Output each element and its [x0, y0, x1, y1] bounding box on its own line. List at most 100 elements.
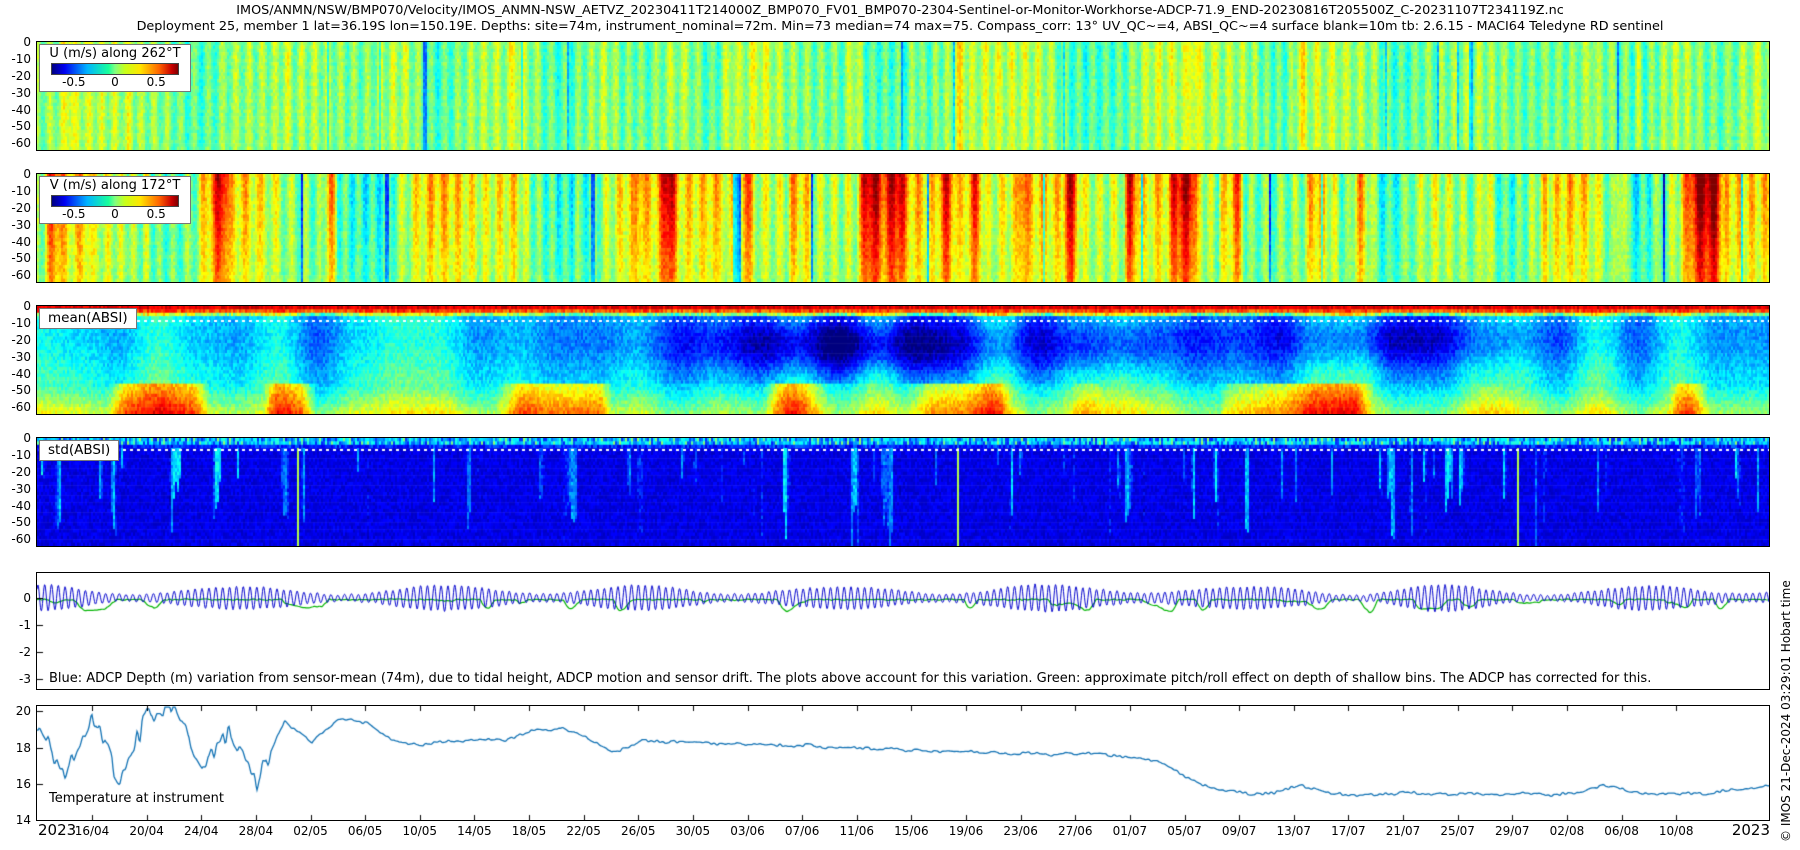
x-tick-label: 10/05: [402, 824, 438, 838]
u-velocity-heatmap: [37, 42, 1769, 150]
y-tick-label: -20: [11, 464, 31, 479]
y-tick-label: -40: [11, 102, 31, 117]
x-tick-label: 19/06: [948, 824, 984, 838]
x-axis-year-left: 2023: [38, 821, 77, 839]
x-tick-label: 23/06: [1003, 824, 1038, 838]
y-tick-label: -40: [11, 234, 31, 249]
y-tick-label: 20: [15, 704, 31, 719]
v-colorbar-tick-max: 0.5: [146, 207, 166, 221]
v-colorbar-legend: V (m/s) along 172°T -0.5 0 0.5: [39, 176, 191, 224]
figure-title: IMOS/ANMN/NSW/BMP070/Velocity/IMOS_ANMN-…: [236, 3, 1564, 18]
y-tick-label: -10: [11, 183, 31, 198]
y-tick-label: 0: [23, 299, 31, 313]
y-tick-label: -20: [11, 200, 31, 215]
panel-depth-variation: Blue: ADCP Depth (m) variation from sens…: [36, 572, 1770, 690]
v-colorbar-tick-min: -0.5: [62, 207, 86, 221]
x-axis-year-right: 2023: [1731, 821, 1770, 839]
x-tick-label: 10/08: [1658, 824, 1694, 838]
y-tick-label: -30: [11, 481, 31, 496]
x-tick-label: 06/08: [1604, 824, 1639, 838]
x-tick-label: 03/06: [730, 824, 765, 838]
y-tick-label: -10: [11, 315, 31, 330]
y-tick-label: -20: [11, 68, 31, 83]
x-tick-label: 11/06: [839, 824, 875, 838]
y-tick-label: -50: [11, 119, 31, 134]
y-tick-label: -40: [11, 366, 31, 381]
x-tick-label: 26/05: [620, 824, 656, 838]
u-legend-title: U (m/s) along 262°T: [49, 46, 181, 61]
y-tick-label: -40: [11, 498, 31, 513]
x-tick-label: 01/07: [1112, 824, 1148, 838]
x-tick-label: 06/05: [347, 824, 383, 838]
v-colorbar-gradient: [51, 195, 179, 207]
x-tick-label: 02/08: [1549, 824, 1585, 838]
v-colorbar-tick-zero: 0: [111, 207, 119, 221]
y-tick-label: 18: [15, 740, 31, 755]
y-tick-label: -10: [11, 51, 31, 66]
u-colorbar-ticks: -0.5 0 0.5: [44, 75, 186, 89]
x-tick-label: 30/05: [675, 824, 711, 838]
y-tick-label: -60: [11, 400, 31, 415]
y-tick-label: -20: [11, 332, 31, 347]
u-colorbar-tick-zero: 0: [111, 75, 119, 89]
x-tick-label: 02/05: [293, 824, 328, 838]
y-tick-label: -60: [11, 136, 31, 151]
y-tick-label: -60: [11, 268, 31, 283]
v-velocity-heatmap: [37, 174, 1769, 282]
y-tick-label: -60: [11, 532, 31, 547]
x-tick-label: 09/07: [1221, 824, 1257, 838]
x-tick-label: 28/04: [238, 824, 274, 838]
std-absi-label: std(ABSI): [39, 440, 120, 461]
v-legend-title: V (m/s) along 172°T: [49, 178, 181, 193]
x-tick-label: 24/04: [183, 824, 219, 838]
u-colorbar-gradient: [51, 63, 179, 75]
mean-absi-heatmap: [37, 306, 1769, 414]
x-tick-label: 13/07: [1276, 824, 1312, 838]
y-tick-label: 14: [15, 813, 31, 827]
x-tick-label: 25/07: [1440, 824, 1475, 838]
x-tick-label: 18/05: [511, 824, 547, 838]
panel-std-absi: std(ABSI): [36, 437, 1770, 547]
panel-mean-absi: mean(ABSI): [36, 305, 1770, 415]
y-tick-label: -50: [11, 251, 31, 266]
y-tick-label: 0: [23, 591, 31, 605]
x-tick-label: 22/05: [566, 824, 601, 838]
u-colorbar-tick-max: 0.5: [146, 75, 166, 89]
x-tick-label: 21/07: [1385, 824, 1421, 838]
u-colorbar-tick-min: -0.5: [62, 75, 86, 89]
panel-u-velocity: U (m/s) along 262°T -0.5 0 0.5: [36, 41, 1770, 151]
y-tick-label: -30: [11, 349, 31, 364]
mean-absi-label: mean(ABSI): [39, 308, 137, 329]
y-tick-label: 0: [23, 35, 31, 49]
panel-temperature: Temperature at instrument: [36, 705, 1770, 821]
y-tick-label: -30: [11, 217, 31, 232]
temperature-plot: [37, 706, 1769, 820]
figure-subtitle: Deployment 25, member 1 lat=36.19S lon=1…: [136, 19, 1664, 34]
figure-root: IMOS/ANMN/NSW/BMP070/Velocity/IMOS_ANMN-…: [0, 0, 1800, 850]
panel-v-velocity: V (m/s) along 172°T -0.5 0 0.5: [36, 173, 1770, 283]
y-tick-label: -30: [11, 85, 31, 100]
y-tick-label: -2: [19, 645, 31, 659]
x-tick-label: 16/04: [74, 824, 110, 838]
v-colorbar-ticks: -0.5 0 0.5: [44, 207, 186, 221]
x-tick-label: 17/07: [1331, 824, 1366, 838]
y-tick-label: -10: [11, 447, 31, 462]
x-tick-label: 15/06: [894, 824, 929, 838]
y-tick-label: -50: [11, 515, 31, 530]
y-tick-label: 0: [23, 431, 31, 445]
x-tick-label: 20/04: [129, 824, 164, 838]
x-tick-label: 07/06: [784, 824, 820, 838]
temperature-label: Temperature at instrument: [49, 791, 224, 806]
x-tick-label: 05/07: [1167, 824, 1202, 838]
y-tick-label: 16: [15, 776, 31, 791]
y-tick-label: -3: [19, 672, 31, 686]
depth-variation-annotation: Blue: ADCP Depth (m) variation from sens…: [49, 671, 1652, 686]
imos-watermark: © IMOS 21-Dec-2024 03:29:01 Hobart time: [1779, 580, 1793, 842]
y-tick-label: -50: [11, 383, 31, 398]
x-tick-label: 29/07: [1494, 824, 1530, 838]
y-tick-label: 0: [23, 167, 31, 181]
std-absi-heatmap: [37, 438, 1769, 546]
u-colorbar-legend: U (m/s) along 262°T -0.5 0 0.5: [39, 44, 191, 92]
y-tick-label: -1: [19, 618, 31, 632]
x-tick-label: 14/05: [457, 824, 492, 838]
